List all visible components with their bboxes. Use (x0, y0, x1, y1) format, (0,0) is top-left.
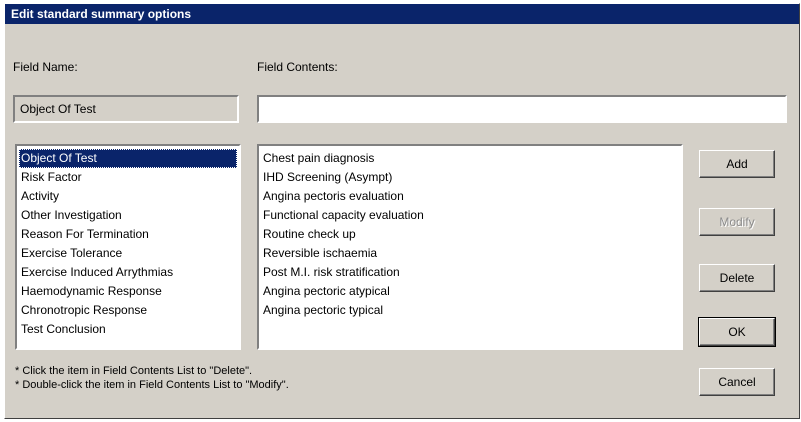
contents-list-item[interactable]: Angina pectoris evaluation (261, 187, 679, 206)
contents-list-item[interactable]: Angina pectoric atypical (261, 282, 679, 301)
delete-hint: * Click the item in Field Contents List … (15, 365, 253, 377)
field-name-list[interactable]: Object Of Test Risk Factor Activity Othe… (15, 144, 241, 350)
cancel-button[interactable]: Cancel (699, 368, 775, 396)
field-list-item[interactable]: Exercise Tolerance (19, 244, 237, 263)
contents-list-item[interactable]: Functional capacity evaluation (261, 206, 679, 225)
contents-list-item[interactable]: IHD Screening (Asympt) (261, 168, 679, 187)
contents-list-item[interactable]: Reversible ischaemia (261, 244, 679, 263)
field-list-item[interactable]: Activity (19, 187, 237, 206)
field-list-item[interactable]: Exercise Induced Arrythmias (19, 263, 237, 282)
field-contents-label: Field Contents: (257, 60, 338, 74)
modify-button[interactable]: Modify (699, 208, 775, 236)
field-contents-input[interactable] (257, 95, 787, 123)
field-list-item[interactable]: Chronotropic Response (19, 301, 237, 320)
delete-button[interactable]: Delete (699, 264, 775, 292)
field-contents-list[interactable]: Chest pain diagnosis IHD Screening (Asym… (257, 144, 683, 350)
field-name-label: Field Name: (13, 60, 78, 74)
contents-list-item[interactable]: Angina pectoric typical (261, 301, 679, 320)
edit-summary-dialog: Edit standard summary options Field Name… (4, 3, 800, 419)
field-name-display: Object Of Test (13, 95, 239, 123)
field-list-item[interactable]: Test Conclusion (19, 320, 237, 339)
field-list-item[interactable]: Other Investigation (19, 206, 237, 225)
window-title: Edit standard summary options (5, 4, 799, 24)
modify-hint: * Double-click the item in Field Content… (15, 379, 289, 391)
field-list-item[interactable]: Object Of Test (19, 149, 237, 168)
field-list-item[interactable]: Reason For Termination (19, 225, 237, 244)
contents-list-item[interactable]: Routine check up (261, 225, 679, 244)
add-button[interactable]: Add (699, 150, 775, 178)
field-list-item[interactable]: Risk Factor (19, 168, 237, 187)
contents-list-item[interactable]: Chest pain diagnosis (261, 149, 679, 168)
field-list-item[interactable]: Haemodynamic Response (19, 282, 237, 301)
contents-list-item[interactable]: Post M.I. risk stratification (261, 263, 679, 282)
ok-button[interactable]: OK (698, 317, 776, 347)
